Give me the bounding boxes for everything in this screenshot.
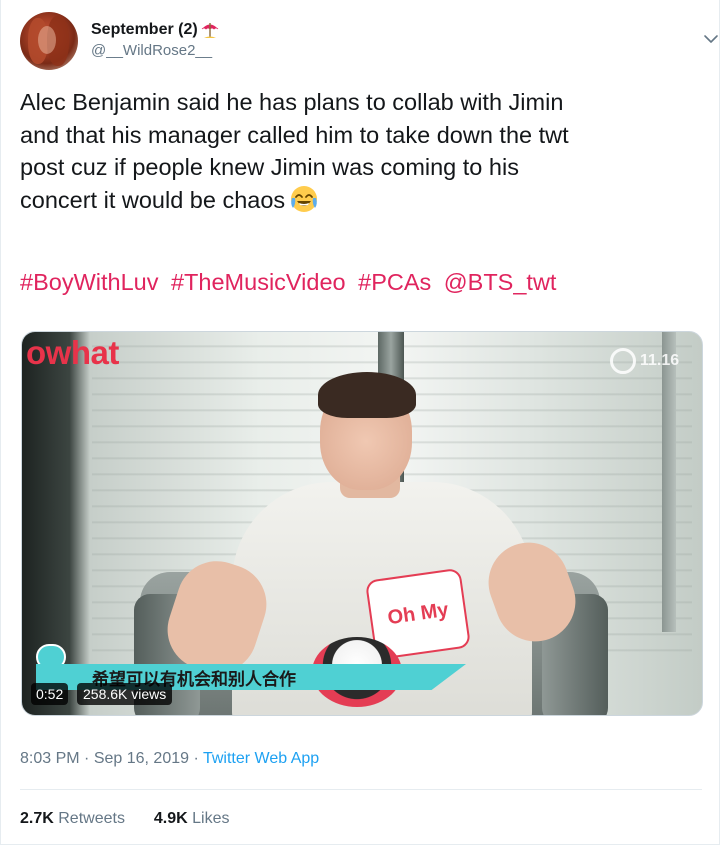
- window-frame: [662, 332, 676, 632]
- tweet-text-line-last: concert it would be chaos: [20, 184, 710, 217]
- likes-count: 4.9K: [153, 810, 188, 827]
- retweets-count: 2.7K: [20, 810, 54, 827]
- tweet-text-line: Alec Benjamin said he has plans to colla…: [20, 89, 564, 115]
- hashtag-link[interactable]: #PCAs: [358, 269, 431, 295]
- likes-stat[interactable]: 4.9K Likes: [154, 810, 230, 827]
- tweet-stats: 2.7K Retweets 4.9K Likes: [20, 808, 229, 830]
- tweet-date[interactable]: Sep 16, 2019: [94, 750, 189, 767]
- likes-label: Likes: [192, 810, 230, 827]
- video-player[interactable]: Oh My 希望可以有机会和别人合作 owhat 11.16 0:52 258.…: [21, 331, 703, 716]
- hashtag-link[interactable]: #BoyWithLuv: [20, 269, 158, 295]
- tweet-source-link[interactable]: Twitter Web App: [203, 750, 319, 767]
- weibo-icon: [610, 348, 636, 374]
- tweet-meta: 8:03 PM · Sep 16, 2019 · Twitter Web App: [20, 748, 319, 770]
- tweet-text: Alec Benjamin said he has plans to colla…: [20, 86, 710, 216]
- weibo-watermark-text: 11.16: [640, 352, 680, 369]
- mention-link[interactable]: @BTS_twt: [444, 269, 557, 295]
- meta-separator: ·: [84, 750, 90, 767]
- weibo-watermark: 11.16: [610, 348, 679, 374]
- meta-separator: ·: [193, 750, 199, 767]
- user-handle[interactable]: @__WildRose2__: [91, 41, 220, 61]
- chevron-down-icon[interactable]: [702, 30, 720, 48]
- display-name[interactable]: September (2): [91, 20, 220, 40]
- tweet-text-line: concert it would be chaos: [20, 186, 286, 213]
- hashtag-link[interactable]: #TheMusicVideo: [171, 269, 346, 295]
- hashtag-row: #BoyWithLuv #TheMusicVideo #PCAs @BTS_tw…: [20, 266, 562, 298]
- umbrella-on-ground-icon: [201, 23, 218, 38]
- display-name-text[interactable]: September (2): [91, 20, 198, 40]
- tweet-time[interactable]: 8:03 PM: [20, 750, 80, 767]
- user-names: September (2) @__WildRose2__: [91, 20, 220, 61]
- divider: [20, 789, 702, 790]
- avatar[interactable]: [20, 12, 78, 70]
- retweets-label: Retweets: [58, 810, 125, 827]
- video-views: 258.6K views: [77, 683, 173, 705]
- retweets-stat[interactable]: 2.7K Retweets: [20, 810, 125, 827]
- video-duration: 0:52: [31, 683, 69, 705]
- owhat-logo: owhat: [26, 334, 119, 371]
- tweet-text-line: and that his manager called him to take …: [20, 121, 569, 148]
- tweet-text-line: post cuz if people knew Jimin was coming…: [20, 154, 519, 180]
- tweet-header: September (2) @__WildRose2__: [20, 12, 718, 72]
- sticker-text: Oh My: [386, 598, 450, 629]
- tweet-card: September (2) @__WildRose2__ Alec Benjam…: [0, 0, 720, 845]
- person-hair: [318, 372, 416, 418]
- face-with-tears-of-joy-icon: [291, 185, 318, 212]
